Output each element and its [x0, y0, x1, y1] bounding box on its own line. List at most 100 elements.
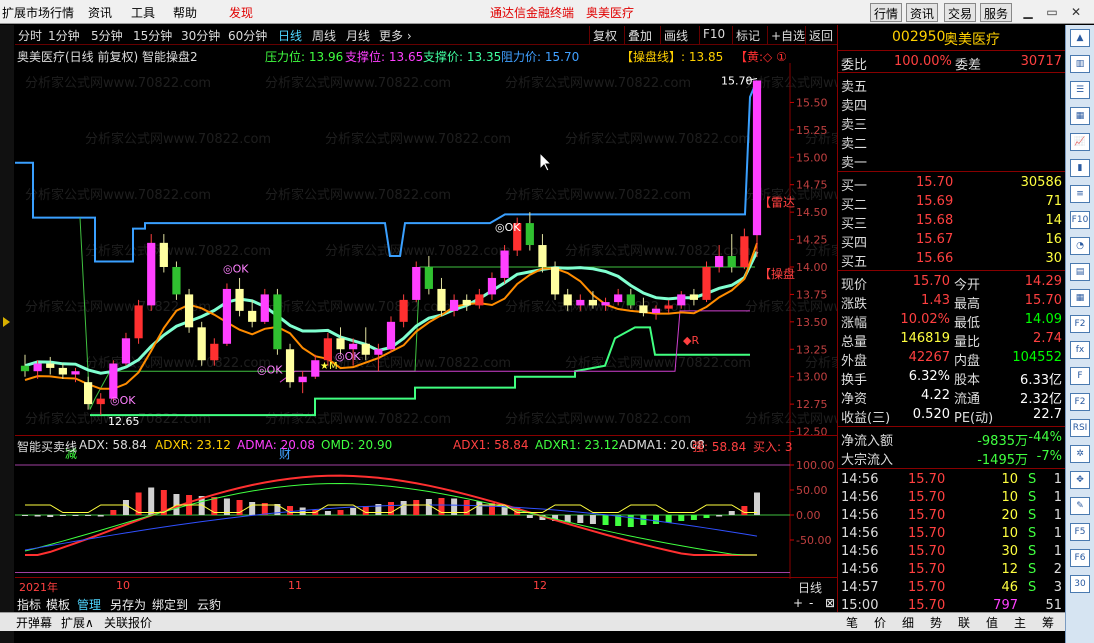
quote-button[interactable]: 行情 — [870, 3, 903, 22]
menu-tools[interactable]: 工具 — [131, 4, 155, 21]
candle-body[interactable] — [361, 343, 370, 355]
candle-body[interactable] — [336, 338, 345, 350]
candle-body[interactable] — [500, 250, 509, 278]
candle-body[interactable] — [260, 294, 269, 322]
service-button[interactable]: 服务 — [980, 3, 1013, 22]
candle-body[interactable] — [386, 321, 396, 350]
zoom-in-icon[interactable]: + — [793, 596, 803, 610]
restore-icon[interactable]: ▭ — [1042, 3, 1062, 21]
quote-tab[interactable]: 细 — [895, 614, 921, 631]
candle-body[interactable] — [538, 245, 547, 267]
sidebar-move-icon[interactable]: ✥ — [1070, 471, 1090, 489]
candle-body[interactable] — [248, 310, 257, 322]
candle-body[interactable] — [285, 349, 295, 383]
menu-help[interactable]: 帮助 — [173, 4, 197, 21]
tab-bind-to[interactable]: 绑定到 — [152, 596, 188, 613]
sidebar-list-icon[interactable]: ☰ — [1070, 81, 1090, 99]
sidebar-30-icon[interactable]: 30 — [1070, 575, 1090, 593]
candle-body[interactable] — [424, 266, 433, 289]
adjust-button[interactable]: 复权 — [589, 26, 620, 44]
tab-indicator[interactable]: 指标 — [17, 596, 41, 613]
linked-quote[interactable]: 关联报价 — [104, 614, 152, 631]
tf-1min[interactable]: 1分钟 — [48, 27, 80, 44]
add-watchlist-button[interactable]: +自选 — [767, 26, 808, 44]
candle-body[interactable] — [752, 80, 762, 236]
candle-body[interactable] — [172, 266, 181, 295]
tf-daily[interactable]: 日线 — [278, 27, 302, 44]
candle-body[interactable] — [323, 338, 332, 361]
tf-15min[interactable]: 15分钟 — [133, 27, 172, 44]
menu-news[interactable]: 资讯 — [88, 4, 112, 21]
overlay-button[interactable]: 叠加 — [624, 26, 655, 44]
tf-monthly[interactable]: 月线 — [346, 27, 370, 44]
back-button[interactable]: 返回 — [805, 26, 836, 44]
candle-body[interactable] — [349, 343, 358, 350]
tf-weekly[interactable]: 周线 — [312, 27, 336, 44]
candle-body[interactable] — [412, 266, 421, 300]
tab-manage[interactable]: 管理 — [77, 596, 101, 613]
close-icon[interactable]: ✕ — [1066, 3, 1086, 21]
candle-body[interactable] — [715, 256, 724, 267]
candle-body[interactable] — [134, 305, 143, 339]
candle-body[interactable] — [487, 277, 497, 295]
sidebar-F6-icon[interactable]: F6 — [1070, 549, 1090, 567]
candle-body[interactable] — [298, 376, 307, 383]
sidebar-RSI-icon[interactable]: RSI — [1070, 419, 1090, 437]
candle-body[interactable] — [311, 360, 320, 377]
candle-body[interactable] — [84, 382, 93, 405]
menu-extended-market[interactable]: 扩展市场行情 — [2, 4, 74, 21]
sub-indicator-chart[interactable]: 100.00 50.00 0.00 -50.00 — [15, 453, 837, 579]
candle-body[interactable] — [588, 299, 598, 306]
candle-body[interactable] — [563, 294, 572, 306]
tf-intraday[interactable]: 分时 — [18, 27, 42, 44]
candle-body[interactable] — [664, 305, 673, 309]
menu-discover[interactable]: 发现 — [229, 4, 253, 21]
sidebar-up-icon[interactable]: ▲ — [1070, 29, 1090, 47]
candle-body[interactable] — [197, 327, 206, 361]
draw-button[interactable]: 画线 — [660, 26, 691, 44]
quote-tab[interactable]: 值 — [979, 614, 1005, 631]
tf-5min[interactable]: 5分钟 — [91, 27, 123, 44]
sidebar-rank-icon[interactable]: ≡ — [1070, 185, 1090, 203]
candle-body[interactable] — [702, 266, 711, 300]
zoom-out-icon[interactable]: - — [809, 596, 813, 610]
sidebar-bar-icon[interactable]: ▮ — [1070, 159, 1090, 177]
trade-button[interactable]: 交易 — [944, 3, 977, 22]
quote-tab[interactable]: 笔 — [839, 614, 865, 631]
candle-body[interactable] — [639, 305, 648, 314]
candle-body[interactable] — [46, 363, 55, 368]
sidebar-pen-icon[interactable]: ✎ — [1070, 497, 1090, 515]
candle-body[interactable] — [525, 223, 534, 246]
f10-button[interactable]: F10 — [699, 26, 728, 44]
sidebar-F5-icon[interactable]: F5 — [1070, 523, 1090, 541]
candle-body[interactable] — [20, 365, 30, 372]
candle-body[interactable] — [727, 256, 736, 267]
sidebar-grid2-icon[interactable]: ▦ — [1070, 289, 1090, 307]
quote-tab[interactable]: 联 — [951, 614, 977, 631]
sidebar-F-icon[interactable]: F — [1070, 367, 1090, 385]
candle-body[interactable] — [33, 363, 42, 372]
extend-toggle[interactable]: 扩展∧ — [61, 614, 94, 631]
candle-body[interactable] — [475, 294, 484, 306]
candle-body[interactable] — [399, 299, 408, 322]
quote-tab[interactable]: 筹 — [1035, 614, 1061, 631]
sidebar-F2b-icon[interactable]: F2 — [1070, 393, 1090, 411]
close-pane-icon[interactable]: ⊠ — [825, 596, 835, 610]
sidebar-F10-icon[interactable]: F10 — [1070, 211, 1090, 229]
quote-tab[interactable]: 价 — [867, 614, 893, 631]
tab-cloud[interactable]: 云豹 — [197, 596, 221, 613]
tf-30min[interactable]: 30分钟 — [181, 27, 220, 44]
sidebar-doc-icon[interactable]: ▤ — [1070, 263, 1090, 281]
sidebar-chart-icon[interactable]: 📈 — [1070, 133, 1090, 151]
candle-body[interactable] — [550, 266, 560, 295]
candle-body[interactable] — [96, 398, 105, 405]
candle-body[interactable] — [374, 349, 383, 355]
candle-body[interactable] — [626, 294, 635, 306]
sidebar-pie-icon[interactable]: ◔ — [1070, 237, 1090, 255]
sidebar-grid-icon[interactable]: ▦ — [1070, 107, 1090, 125]
quote-tab[interactable]: 主 — [1007, 614, 1033, 631]
tf-60min[interactable]: 60分钟 — [228, 27, 267, 44]
news-button[interactable]: 资讯 — [906, 3, 939, 22]
candle-body[interactable] — [222, 288, 232, 344]
danmaku-toggle[interactable]: 开弹幕 — [16, 614, 52, 631]
